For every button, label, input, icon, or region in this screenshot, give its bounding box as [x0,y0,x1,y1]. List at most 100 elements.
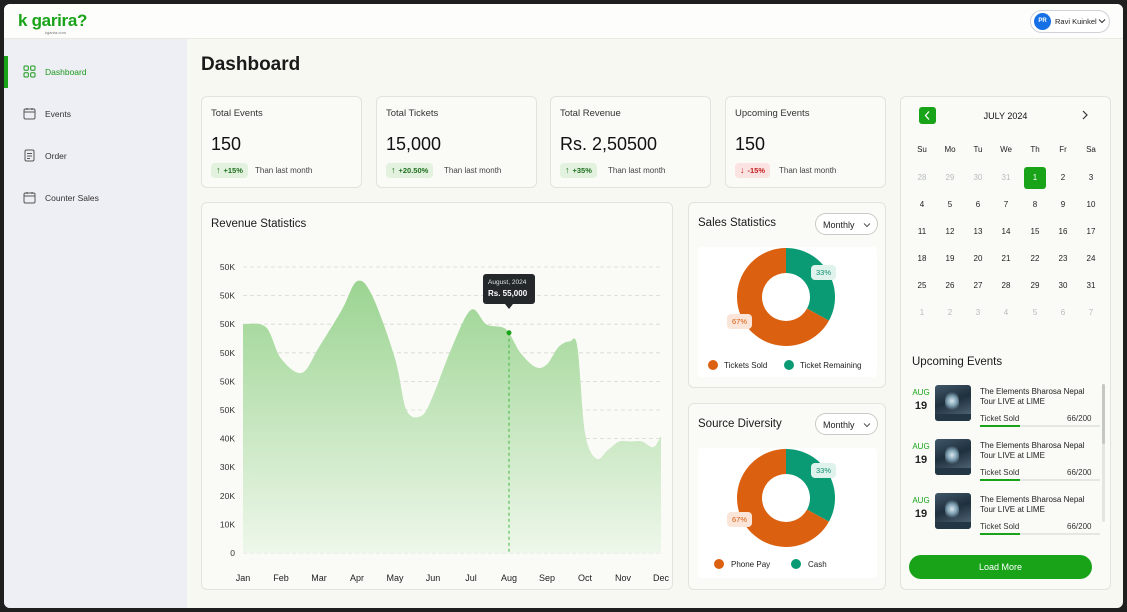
x-tick-label: Oct [578,573,593,583]
calendar-day[interactable]: 31 [995,167,1017,189]
load-more-button[interactable]: Load More [909,555,1092,579]
x-tick-label: May [386,573,404,583]
calendar-day[interactable]: 23 [1052,248,1074,270]
calendar-day[interactable]: 11 [911,221,933,243]
calendar-day[interactable]: 6 [1052,302,1074,324]
tooltip-value: Rs. 55,000 [488,289,528,298]
select-value: Monthly [823,420,855,430]
stat-value: Rs. 2,50500 [560,134,658,154]
weekday-label: Tu [973,145,983,154]
calendar-day[interactable]: 7 [995,194,1017,216]
calendar-day[interactable]: 12 [939,221,961,243]
donut-slice-ticket-remaining[interactable] [786,248,835,321]
upcoming-event-item[interactable]: AUG 19 The Elements Bharosa Nepal Tour L… [911,439,1100,489]
calendar-day[interactable]: 18 [911,248,933,270]
calendar-day[interactable]: 20 [967,248,989,270]
calendar-day[interactable]: 27 [967,275,989,297]
upcoming-event-item[interactable]: AUG 19 The Elements Bharosa Nepal Tour L… [911,385,1100,435]
active-indicator [4,56,8,88]
sales-period-select[interactable]: Monthly [815,213,878,235]
sidebar-item-events[interactable]: Events [4,98,187,130]
event-name: The Elements Bharosa Nepal Tour LIVE at … [980,495,1085,514]
calendar-day[interactable]: 4 [911,194,933,216]
receipt-icon [24,149,35,162]
calendar-day[interactable]: 17 [1080,221,1102,243]
revenue-area [243,280,661,553]
calendar-day[interactable]: 26 [939,275,961,297]
calendar-day[interactable]: 14 [995,221,1017,243]
calendar-day[interactable]: 5 [1024,302,1046,324]
calendar-day[interactable]: 3 [1080,167,1102,189]
chevron-down-icon [1098,19,1106,24]
change-value: +20.50% [398,166,429,175]
ticket-sold-label: Ticket Sold [980,468,1020,477]
calendar-day[interactable]: 1 [1024,167,1046,189]
weekday-label: Su [917,145,927,154]
app-logo[interactable]: k garira? [18,11,87,31]
stat-card-total-revenue: Total Revenue Rs. 2,50500 ↑ +35% Than las… [550,96,711,188]
stat-card-upcoming-events: Upcoming Events 150 ↓ -15% Than last mont… [725,96,886,188]
arrow-down-icon: ↓ [740,165,745,175]
sidebar-item-order[interactable]: Order [4,140,187,172]
scrollbar-thumb[interactable] [1102,384,1105,444]
calendar-day[interactable]: 24 [1080,248,1102,270]
source-period-select[interactable]: Monthly [815,413,878,435]
calendar-day[interactable]: 15 [1024,221,1046,243]
stat-title: Upcoming Events [735,108,810,119]
arrow-up-icon: ↑ [565,165,570,175]
calendar-next-button[interactable] [1079,108,1091,122]
weekday-label: Mo [944,145,956,154]
sidebar-item-dashboard[interactable]: Dashboard [4,56,187,88]
weekday-label: Th [1030,145,1040,154]
y-tick-label: 30K [220,462,235,472]
y-tick-label: 50K [220,376,235,386]
calendar-prev-button[interactable] [919,107,936,124]
calendar-day[interactable]: 22 [1024,248,1046,270]
calendar-day[interactable]: 21 [995,248,1017,270]
calendar-day[interactable]: 30 [1052,275,1074,297]
source-donut-panel: 33% 67% Phone Pay Cash [698,448,877,578]
calendar-day[interactable]: 31 [1080,275,1102,297]
calendar-day[interactable]: 2 [939,302,961,324]
calendar-day[interactable]: 3 [967,302,989,324]
upcoming-event-item[interactable]: AUG 19 The Elements Bharosa Nepal Tour L… [911,493,1100,543]
calendar-day[interactable]: 2 [1052,167,1074,189]
donut-slice-cash[interactable] [786,449,835,522]
calendar-day[interactable]: 30 [967,167,989,189]
calendar-day[interactable]: 10 [1080,194,1102,216]
events-scrollbar[interactable] [1102,384,1105,522]
calendar-day[interactable]: 8 [1024,194,1046,216]
user-menu-button[interactable]: PR Ravi Kuinkel [1030,10,1110,33]
stat-title: Total Events [211,108,263,119]
event-thumbnail [935,439,971,475]
calendar-day[interactable]: 28 [995,275,1017,297]
calendar-day[interactable]: 1 [911,302,933,324]
y-tick-label: 50K [220,291,235,301]
legend-label: Cash [808,560,827,569]
source-diversity-card: Source Diversity Monthly 33% 67% Phone P… [688,403,886,590]
legend-swatch-cash [791,559,801,569]
calendar-day[interactable]: 16 [1052,221,1074,243]
stat-value: 15,000 [386,134,442,154]
event-name: The Elements Bharosa Nepal Tour LIVE at … [980,387,1085,406]
highlight-point[interactable] [506,330,512,336]
x-tick-label: Feb [273,573,289,583]
calendar-day[interactable]: 29 [1024,275,1046,297]
calendar-day[interactable]: 6 [967,194,989,216]
calendar-day[interactable]: 7 [1080,302,1102,324]
chevron-down-icon [863,423,871,428]
legend-label: Tickets Sold [724,361,768,370]
select-value: Monthly [823,220,855,230]
calendar-day[interactable]: 13 [967,221,989,243]
calendar-day[interactable]: 29 [939,167,961,189]
sidebar-item-counter-sales[interactable]: Counter Sales [4,182,187,214]
calendar-day[interactable]: 4 [995,302,1017,324]
calendar-day[interactable]: 9 [1052,194,1074,216]
change-value: +35% [572,166,592,175]
y-axis-ticks: 50K 50K 50K 50K 50K 50K 40K 30K 20K 10K 0 [220,262,235,558]
user-name: Ravi Kuinkel [1055,17,1097,26]
calendar-day[interactable]: 25 [911,275,933,297]
calendar-day[interactable]: 19 [939,248,961,270]
calendar-day[interactable]: 28 [911,167,933,189]
calendar-day[interactable]: 5 [939,194,961,216]
